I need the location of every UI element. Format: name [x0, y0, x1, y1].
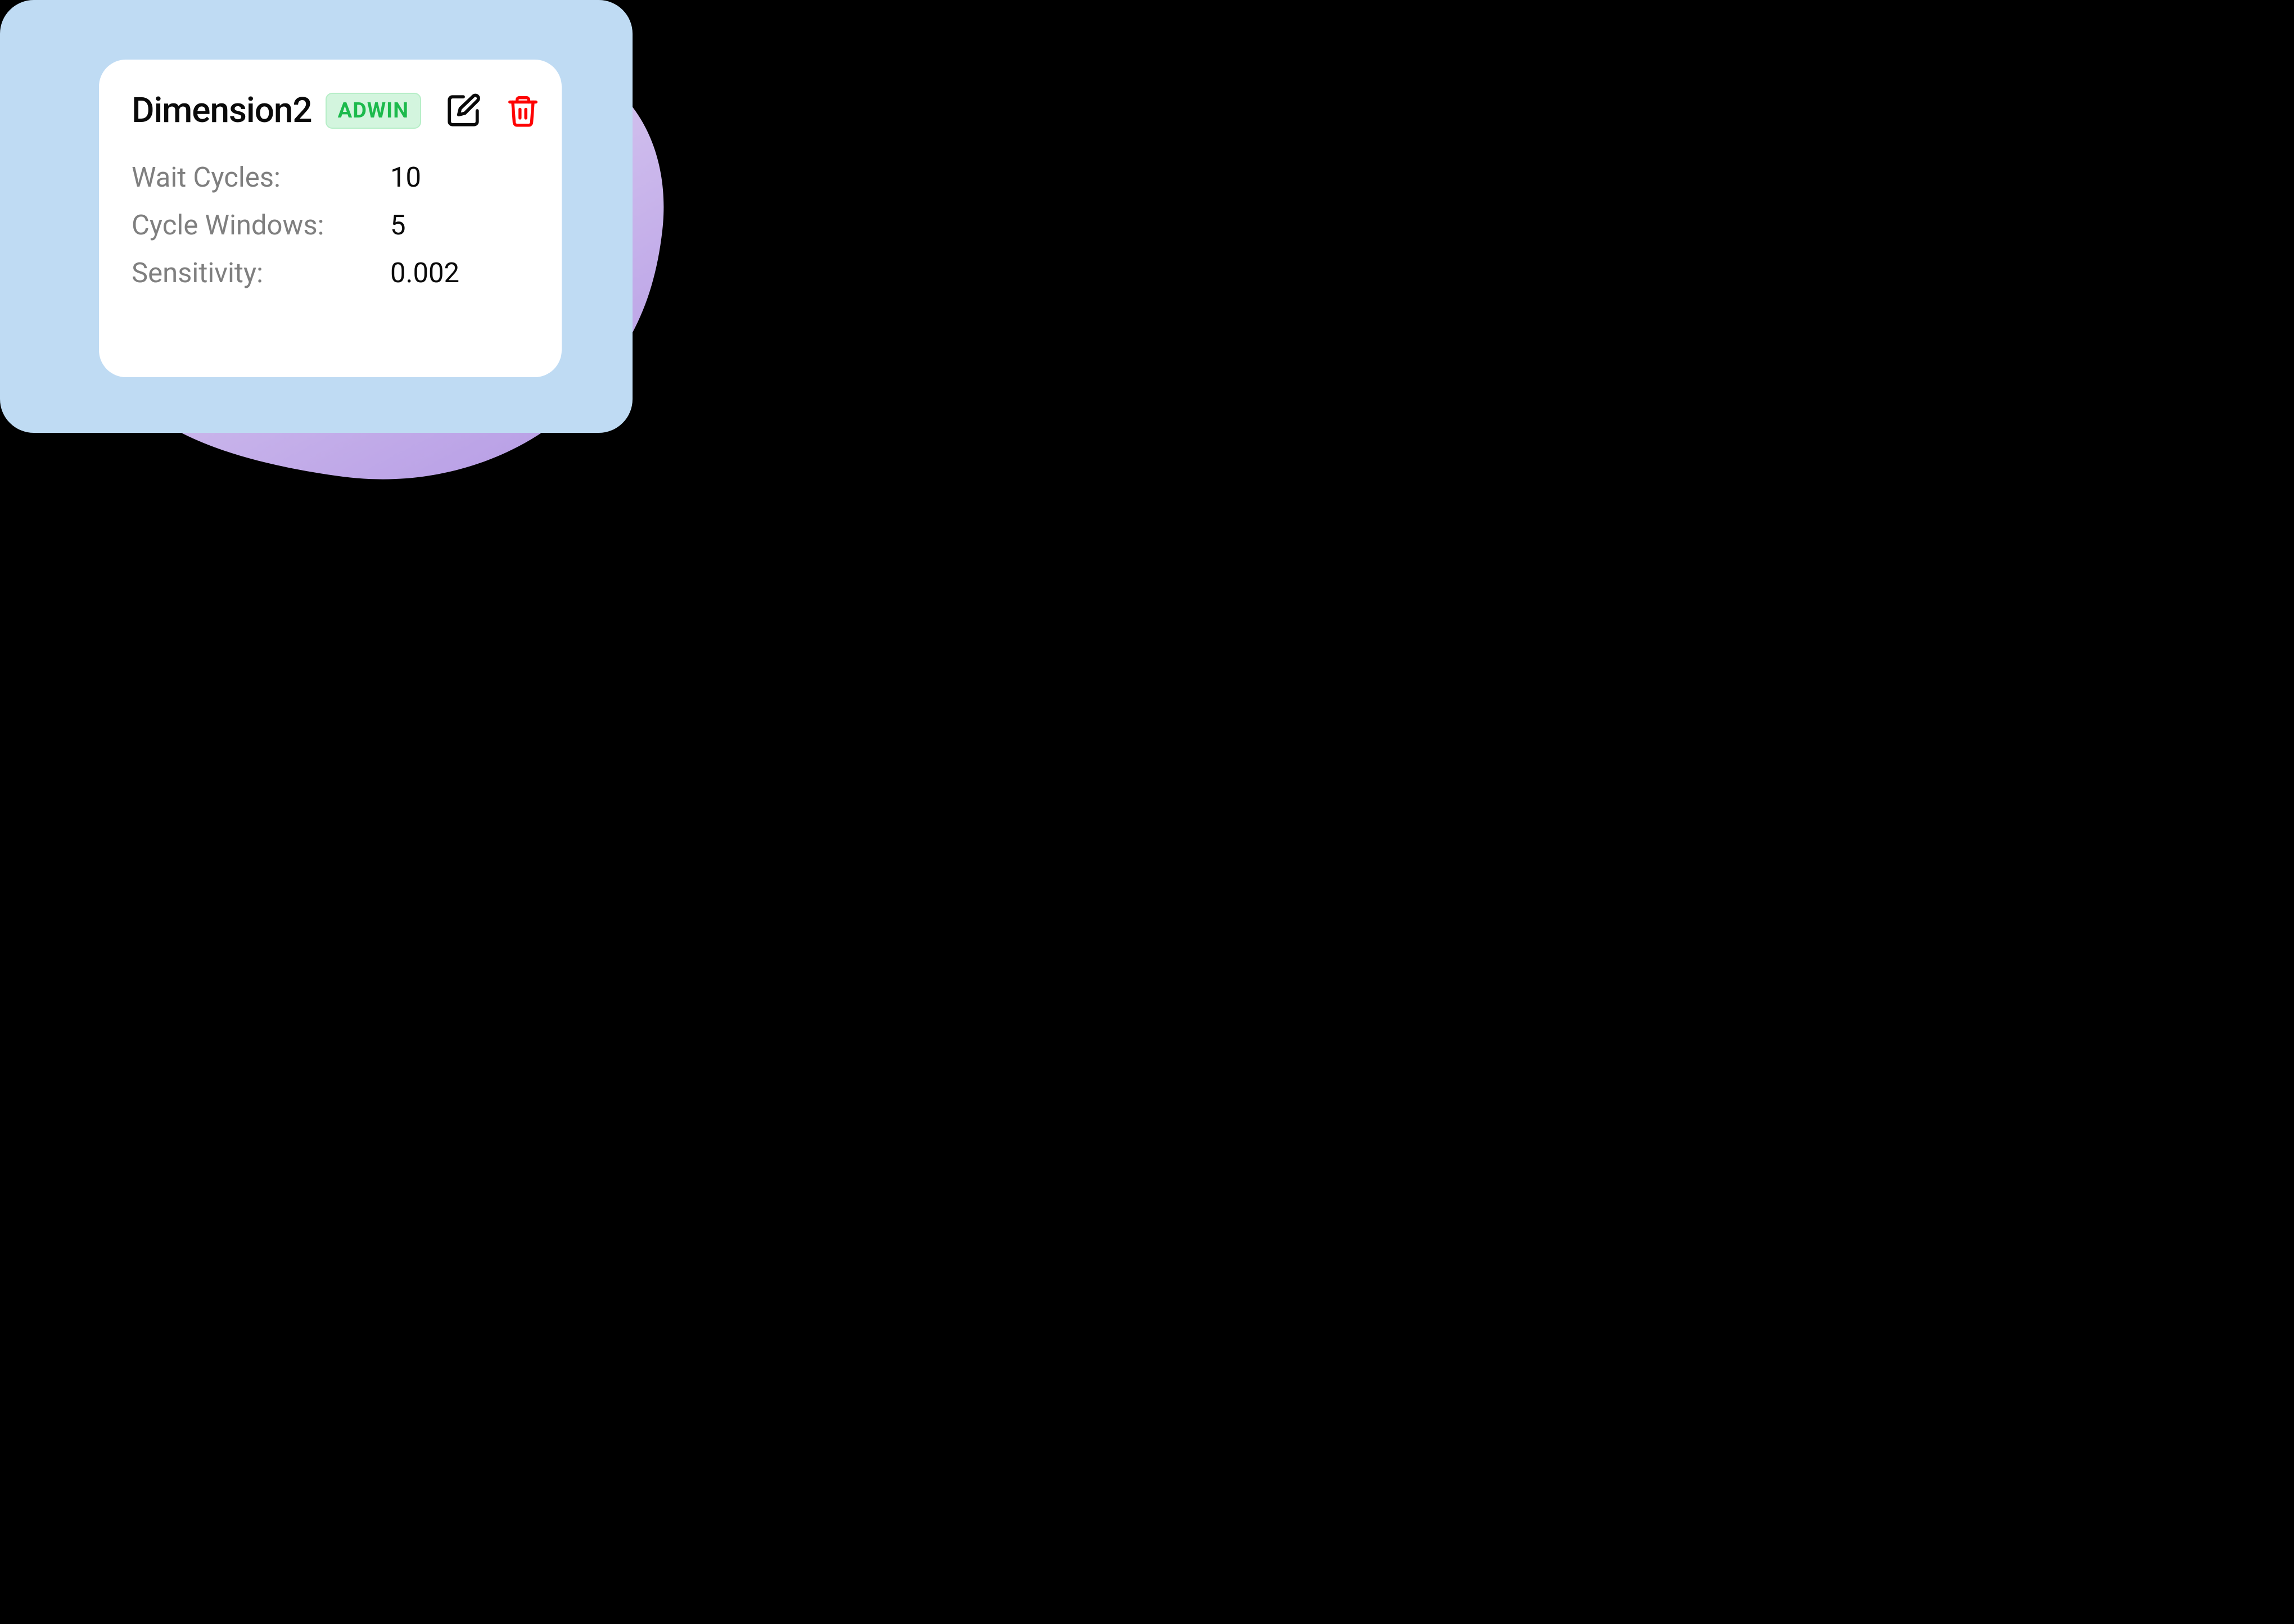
trash-icon: [505, 92, 540, 129]
param-value: 0.002: [390, 257, 459, 289]
param-label: Wait Cycles:: [132, 161, 390, 193]
param-row: Cycle Windows: 5: [132, 209, 529, 241]
edit-button[interactable]: [445, 92, 482, 129]
param-value: 5: [390, 209, 406, 241]
param-row: Wait Cycles: 10: [132, 161, 529, 193]
param-label: Sensitivity:: [132, 257, 390, 289]
edit-icon: [445, 92, 482, 129]
parameter-list: Wait Cycles: 10 Cycle Windows: 5 Sensiti…: [132, 158, 529, 289]
dimension-card: Dimension2 ADWIN Wait Cycles: 10 Cycle W…: [99, 60, 562, 377]
param-value: 10: [390, 161, 421, 193]
delete-button[interactable]: [505, 92, 540, 129]
algorithm-badge: ADWIN: [326, 93, 421, 129]
card-title: Dimension2: [132, 90, 312, 131]
param-row: Sensitivity: 0.002: [132, 257, 529, 289]
param-label: Cycle Windows:: [132, 209, 390, 241]
card-header: Dimension2 ADWIN: [132, 90, 529, 131]
